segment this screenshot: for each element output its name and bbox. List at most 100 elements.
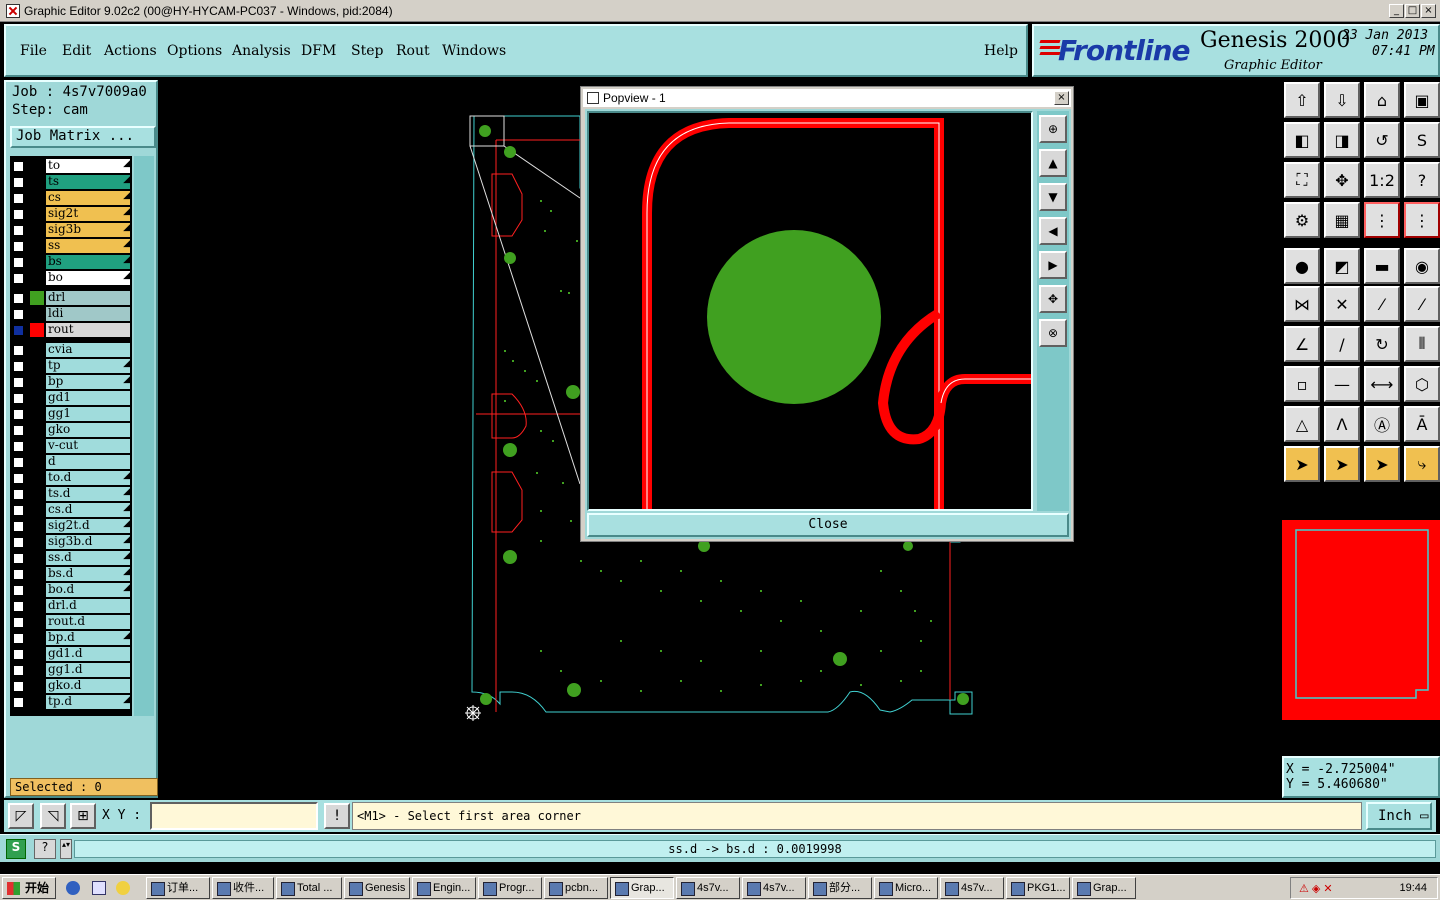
- layer-row-tp[interactable]: tp ◢: [10, 358, 132, 374]
- measure-tool-icon[interactable]: ⚙: [1284, 202, 1320, 238]
- layer-name[interactable]: to.d: [46, 471, 130, 485]
- layer-name[interactable]: drl.d: [46, 599, 130, 613]
- layer-row-ss[interactable]: ss ◢: [10, 238, 132, 254]
- ie-icon[interactable]: [66, 881, 80, 895]
- menu-file[interactable]: File: [20, 43, 47, 59]
- layer-name[interactable]: bo.d: [46, 583, 130, 597]
- line-icon[interactable]: —: [1324, 366, 1360, 402]
- layer-checkbox[interactable]: [13, 273, 24, 284]
- layer-name[interactable]: sig2t.d: [46, 519, 130, 533]
- layer-row-sig3b.d[interactable]: sig3b.d ◢: [10, 534, 132, 550]
- layer-row-rout.d[interactable]: rout.d: [10, 614, 132, 630]
- layer-row-bo.d[interactable]: bo.d ◢: [10, 582, 132, 598]
- shapes-icon[interactable]: ⬡: [1404, 366, 1440, 402]
- pan-left-icon[interactable]: ◀: [1039, 217, 1067, 245]
- layer-checkbox[interactable]: [13, 505, 24, 516]
- desktop-icon[interactable]: [92, 881, 106, 895]
- layer-row-gg1[interactable]: gg1: [10, 406, 132, 422]
- layer-row-gko[interactable]: gko: [10, 422, 132, 438]
- layer-checkbox[interactable]: [13, 257, 24, 268]
- taskbar-task[interactable]: Progr...: [478, 877, 542, 899]
- layer-checkbox[interactable]: [13, 697, 24, 708]
- taskbar-task[interactable]: 部分...: [808, 877, 872, 899]
- delete-icon[interactable]: ✕: [1324, 286, 1360, 322]
- line-add-icon[interactable]: ⁄: [1364, 286, 1400, 322]
- layer-row-sig2t.d[interactable]: sig2t.d ◢: [10, 518, 132, 534]
- layer-name[interactable]: ss: [46, 239, 130, 253]
- layer-checkbox[interactable]: [13, 681, 24, 692]
- layer-row-tp.d[interactable]: tp.d ◢: [10, 694, 132, 710]
- taskbar-task[interactable]: Genesis: [344, 877, 410, 899]
- pan-down-icon[interactable]: ▼: [1039, 183, 1067, 211]
- layer-name[interactable]: to: [46, 159, 130, 173]
- menu-dfm[interactable]: DFM: [301, 43, 336, 59]
- pan-left-icon[interactable]: ◧: [1284, 122, 1320, 158]
- xy-input[interactable]: [150, 802, 318, 830]
- taskbar-task[interactable]: 4s7v...: [742, 877, 806, 899]
- taskbar-task[interactable]: Grap...: [1072, 877, 1136, 899]
- layer-checkbox[interactable]: [13, 441, 24, 452]
- taskbar-task[interactable]: PKG1...: [1006, 877, 1070, 899]
- popview-close-icon[interactable]: ×: [1054, 91, 1069, 105]
- layer-checkbox[interactable]: [13, 617, 24, 628]
- layer-row-gd1[interactable]: gd1: [10, 390, 132, 406]
- select-arrow-icon[interactable]: ➤: [1284, 446, 1320, 482]
- layer-row-cs[interactable]: cs ◢: [10, 190, 132, 206]
- menu-edit[interactable]: Edit: [62, 43, 91, 59]
- layer-name[interactable]: bp.d: [46, 631, 130, 645]
- layer-name[interactable]: gg1: [46, 407, 130, 421]
- layer-checkbox[interactable]: [13, 345, 24, 356]
- layer-name[interactable]: ldi: [46, 307, 130, 321]
- layer-name[interactable]: ss.d: [46, 551, 130, 565]
- layer-checkbox[interactable]: [13, 665, 24, 676]
- layer-name[interactable]: bs.d: [46, 567, 130, 581]
- pan-right-icon[interactable]: ◨: [1324, 122, 1360, 158]
- layer-row-bp[interactable]: bp ◢: [10, 374, 132, 390]
- layer-row-ss.d[interactable]: ss.d ◢: [10, 550, 132, 566]
- arc-icon[interactable]: ↻: [1364, 326, 1400, 362]
- zoom-in-icon[interactable]: ⊕: [1039, 115, 1067, 143]
- select-route-icon[interactable]: ⤷: [1404, 446, 1440, 482]
- measure-angle-icon[interactable]: △: [1284, 406, 1320, 442]
- layer-name[interactable]: gko.d: [46, 679, 130, 693]
- layer-row-gko.d[interactable]: gko.d: [10, 678, 132, 694]
- popview-close-button[interactable]: Close: [587, 513, 1069, 537]
- layer-row-v-cut[interactable]: v-cut: [10, 438, 132, 454]
- select-rect-icon[interactable]: ◸: [8, 803, 34, 829]
- round-pad-icon[interactable]: ◉: [1404, 248, 1440, 284]
- layer-row-drl.d[interactable]: drl.d: [10, 598, 132, 614]
- layer-checkbox[interactable]: [13, 473, 24, 484]
- angle-icon[interactable]: ∠: [1284, 326, 1320, 362]
- pad-move-icon[interactable]: ▫: [1284, 366, 1320, 402]
- zoom-extents-icon[interactable]: ⛶: [1284, 162, 1320, 198]
- layer-checkbox[interactable]: [13, 649, 24, 660]
- measure-base-icon[interactable]: Ā: [1404, 406, 1440, 442]
- layer-name[interactable]: rout: [46, 323, 130, 337]
- layer-row-bs[interactable]: bs ◢: [10, 254, 132, 270]
- minimize-button[interactable]: _: [1389, 3, 1404, 18]
- layer-name[interactable]: bo: [46, 271, 130, 285]
- layer-name[interactable]: sig3b.d: [46, 535, 130, 549]
- menu-help[interactable]: Help: [984, 43, 1018, 59]
- layer-checkbox[interactable]: [13, 633, 24, 644]
- pan-right-icon[interactable]: ▶: [1039, 251, 1067, 279]
- menu-step[interactable]: Step: [351, 43, 383, 59]
- layer-row-bp.d[interactable]: bp.d ◢: [10, 630, 132, 646]
- layer-row-sig3b[interactable]: sig3b ◢: [10, 222, 132, 238]
- units-button[interactable]: Inch ▭: [1366, 802, 1432, 830]
- layer-checkbox[interactable]: [13, 325, 24, 336]
- popview-zoom-view[interactable]: [587, 111, 1033, 511]
- layer-row-ldi[interactable]: ldi: [10, 306, 132, 322]
- measure-peak-icon[interactable]: Λ: [1324, 406, 1360, 442]
- close-window-button[interactable]: ×: [1421, 3, 1436, 18]
- genesis-icon[interactable]: S: [6, 839, 26, 859]
- layer-checkbox[interactable]: [13, 393, 24, 404]
- layer-checkbox[interactable]: [13, 457, 24, 468]
- menu-options[interactable]: Options: [167, 43, 222, 59]
- alert-icon[interactable]: !: [324, 803, 350, 829]
- spinner-icon[interactable]: ▴▾: [60, 839, 72, 859]
- select-box-icon[interactable]: ➤: [1324, 446, 1360, 482]
- layer-row-sig2t[interactable]: sig2t ◢: [10, 206, 132, 222]
- layer-row-bo[interactable]: bo ◢: [10, 270, 132, 286]
- layer-checkbox[interactable]: [13, 193, 24, 204]
